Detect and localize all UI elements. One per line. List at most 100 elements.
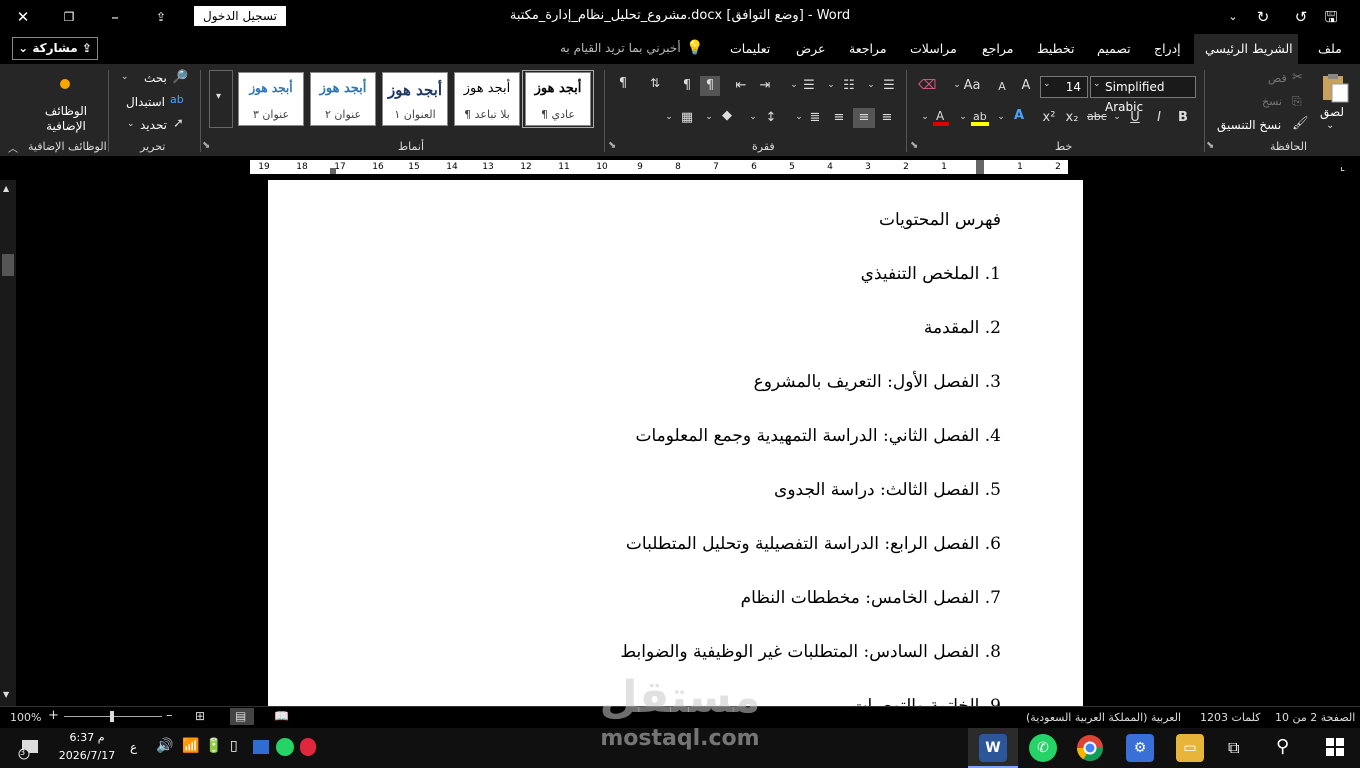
zoom-level[interactable]: 100% [10, 711, 41, 724]
battery-icon[interactable]: 🔋 [205, 738, 222, 754]
chevron-down-icon[interactable]: ⌄ [121, 72, 129, 82]
paste-label[interactable]: لصق [1320, 105, 1344, 119]
cut-icon[interactable]: ✂ [1292, 70, 1303, 85]
tab-help[interactable]: تعليمات [730, 41, 770, 56]
cut-label[interactable]: قص [1268, 72, 1287, 85]
save-icon[interactable]: 🖫 [1320, 6, 1342, 28]
network-tray-icon[interactable] [253, 740, 269, 754]
toc-item[interactable]: 9. الخاتمة والتوصيات [851, 696, 1001, 706]
restore-icon[interactable]: ❐ [58, 6, 80, 28]
tab-selector-icon[interactable]: ⌞ [1340, 160, 1345, 173]
dialog-launcher-icon[interactable]: ⬊ [608, 140, 616, 151]
select-cursor-icon[interactable]: ➚ [173, 116, 184, 131]
app-tray-icon[interactable] [300, 738, 316, 756]
ribbon-display-options-icon[interactable]: ⇪ [150, 6, 172, 28]
dialog-launcher-icon[interactable]: ⬊ [1206, 140, 1214, 151]
toc-item[interactable]: 5. الفصل الثالث: دراسة الجدوى [774, 480, 1001, 500]
find-icon[interactable]: 🔎 [172, 70, 188, 85]
addins-icon[interactable] [58, 76, 72, 90]
collapse-ribbon-icon[interactable]: ︿ [8, 140, 18, 155]
chevron-down-icon[interactable]: ⌄ [1108, 112, 1126, 122]
left-indent-marker[interactable] [330, 168, 336, 174]
font-name-select[interactable]: Simplified Arabic [1090, 76, 1196, 114]
right-indent-marker[interactable] [976, 160, 984, 174]
dialog-launcher-icon[interactable]: ⬊ [202, 140, 210, 151]
word-icon[interactable]: W [979, 734, 1007, 762]
toc-item[interactable]: 6. الفصل الرابع: الدراسة التفصيلية وتحلي… [626, 534, 1001, 554]
addins-button[interactable]: الوظائف الإضافية [30, 104, 102, 134]
redo-icon[interactable]: ↻ [1252, 6, 1274, 28]
align-center-icon[interactable]: ≡ [853, 108, 875, 128]
shrink-font-icon[interactable]: A [993, 80, 1011, 93]
format-painter-label[interactable]: نسخ التنسيق [1217, 118, 1281, 132]
taskbar-date[interactable]: 2026/7/17 [58, 749, 116, 762]
chevron-down-icon[interactable]: ⌄ [992, 112, 1010, 122]
font-color-icon[interactable]: A [932, 108, 950, 126]
notification-icon[interactable]: 3 [18, 738, 40, 760]
sign-in-button[interactable]: تسجيل الدخول [194, 6, 286, 26]
tab-view[interactable]: عرض [796, 41, 825, 56]
toc-item[interactable]: 1. الملخص التنفيذي [861, 264, 1001, 284]
strikethrough-icon[interactable]: abc [1087, 110, 1107, 123]
chevron-down-icon[interactable]: ⌄ [660, 112, 678, 122]
volume-icon[interactable]: 🔊 [156, 738, 173, 754]
chevron-down-icon[interactable]: ⌄ [1043, 79, 1051, 89]
task-view-icon[interactable]: ⧉ [1228, 738, 1239, 758]
tell-me-search[interactable]: أخبرني بما تريد القيام به [560, 41, 681, 55]
bold-icon[interactable]: B [1174, 110, 1192, 125]
toc-item[interactable]: 8. الفصل السادس: المتطلبات غير الوظيفية … [620, 642, 1001, 662]
decrease-indent-icon[interactable]: ⇤ [732, 78, 750, 93]
copy-label[interactable]: نسخ [1262, 95, 1282, 108]
zoom-in-icon[interactable]: + [48, 708, 59, 723]
styles-more-button[interactable]: ▾ [209, 70, 233, 128]
clear-formatting-icon[interactable]: ⌫ [918, 78, 936, 93]
search-icon[interactable]: ⚲ [1276, 736, 1289, 757]
document-page[interactable]: فهرس المحتويات 1. الملخص التنفيذي 2. الم… [268, 180, 1083, 706]
tab-references[interactable]: مراجع [982, 41, 1013, 56]
print-layout-icon[interactable]: ▤ [230, 708, 254, 725]
word-count[interactable]: 1203 كلمات [1200, 711, 1260, 724]
increase-indent-icon[interactable]: ⇥ [756, 78, 774, 93]
replace-label[interactable]: استبدال [126, 95, 165, 109]
windows-start-icon[interactable] [1326, 738, 1344, 756]
grow-font-icon[interactable]: A [1017, 78, 1035, 93]
chevron-down-icon[interactable]: ⌄ [1093, 79, 1101, 89]
tab-layout[interactable]: تخطيط [1037, 41, 1074, 56]
borders-icon[interactable]: ▦ [678, 110, 696, 125]
copy-icon[interactable]: ⎘ [1292, 94, 1302, 109]
toc-item[interactable]: 4. الفصل الثاني: الدراسة التمهيدية وجمع … [635, 426, 1001, 446]
web-layout-icon[interactable]: ⊞ [195, 709, 205, 723]
tab-insert[interactable]: إدراج [1154, 41, 1181, 56]
align-right-icon[interactable]: ≡ [878, 110, 896, 125]
chevron-down-icon[interactable]: ⌄ [862, 80, 880, 90]
toc-item[interactable]: 7. الفصل الخامس: مخططات النظام [741, 588, 1001, 608]
select-label[interactable]: تحديد [140, 118, 167, 132]
scroll-thumb[interactable] [2, 254, 14, 276]
style-heading-1[interactable]: أبجد هوز العنوان ١ [382, 72, 448, 126]
chevron-down-icon[interactable]: ⌄ [916, 112, 934, 122]
show-formatting-icon[interactable]: ¶ [614, 76, 632, 91]
tab-review[interactable]: مراجعة [849, 41, 887, 56]
justify-icon[interactable]: ≣ [806, 110, 824, 125]
underline-icon[interactable]: U [1126, 110, 1144, 125]
file-explorer-icon[interactable]: ▭ [1176, 734, 1204, 762]
style-no-spacing[interactable]: أبجد هوز ¶ بلا تباعد [454, 72, 520, 126]
chevron-down-icon[interactable]: ⌄ [822, 80, 840, 90]
chevron-down-icon[interactable]: ⌄ [790, 112, 808, 122]
replace-icon[interactable]: ab [170, 93, 184, 106]
chrome-icon[interactable] [1076, 734, 1104, 762]
paste-icon[interactable] [1318, 72, 1350, 104]
whatsapp-tray-icon[interactable] [276, 738, 294, 756]
read-mode-icon[interactable]: 📖 [274, 709, 289, 723]
scroll-down-icon[interactable]: ▼ [3, 690, 9, 699]
text-effects-icon[interactable]: A [1010, 108, 1028, 123]
style-normal[interactable]: أبجد هوز ¶ عادي [525, 72, 591, 126]
settings-app-icon[interactable]: ⚙ [1126, 734, 1154, 762]
tab-mailings[interactable]: مراسلات [910, 41, 957, 56]
chevron-down-icon[interactable]: ⌄ [700, 112, 718, 122]
bullets-icon[interactable]: ☰ [880, 78, 898, 93]
ltr-direction-icon[interactable]: ¶ [678, 78, 696, 93]
toc-title[interactable]: فهرس المحتويات [879, 210, 1001, 230]
align-left-icon[interactable]: ≡ [830, 110, 848, 125]
rtl-direction-icon[interactable]: ¶ [700, 76, 720, 96]
